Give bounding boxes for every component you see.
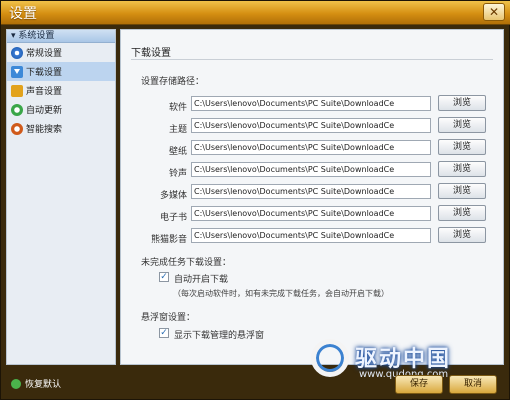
path-field-software[interactable]: C:\Users\lenovo\Documents\PC Suite\Downl… xyxy=(191,96,431,111)
path-field-panda-player[interactable]: C:\Users\lenovo\Documents\PC Suite\Downl… xyxy=(191,228,431,243)
window-title: 设置 xyxy=(9,6,37,22)
sidebar-item-label: 常规设置 xyxy=(26,49,63,59)
path-label-software: 软件 xyxy=(168,103,187,113)
browse-button-software[interactable]: 浏览 xyxy=(438,95,486,111)
path-label-multimedia: 多媒体 xyxy=(159,191,187,201)
browse-button-wallpaper[interactable]: 浏览 xyxy=(438,139,486,155)
sound-icon xyxy=(11,84,23,97)
browse-button-theme[interactable]: 浏览 xyxy=(438,117,486,133)
sidebar-item-label: 下载设置 xyxy=(26,68,63,78)
auto-start-note: （每次启动软件时，如有未完成下载任务，会自动开启下载） xyxy=(173,289,389,298)
refresh-icon xyxy=(11,103,23,116)
unfinished-tasks-label: 未完成任务下载设置： xyxy=(141,258,232,268)
browse-button-ebook[interactable]: 浏览 xyxy=(438,205,486,221)
floating-window-label: 悬浮窗设置： xyxy=(141,313,196,323)
float-show-label: 显示下载管理的悬浮窗 xyxy=(174,331,265,341)
path-label-ebook: 电子书 xyxy=(159,213,187,223)
restore-defaults-button[interactable]: 恢复默认 xyxy=(11,377,61,390)
path-label-ringtone: 铃声 xyxy=(168,169,187,179)
close-button[interactable]: ✕ xyxy=(483,3,505,21)
browse-button-ringtone[interactable]: 浏览 xyxy=(438,161,486,177)
sidebar-item-label: 智能搜索 xyxy=(26,125,63,135)
check-icon: ✓ xyxy=(160,272,168,282)
path-label-theme: 主题 xyxy=(168,125,187,135)
restore-icon xyxy=(11,378,21,389)
watermark-q-icon xyxy=(311,339,349,377)
browse-button-panda-player[interactable]: 浏览 xyxy=(438,227,486,243)
download-icon xyxy=(11,65,23,78)
sidebar-item-download[interactable]: 下载设置 xyxy=(7,62,115,81)
path-field-multimedia[interactable]: C:\Users\lenovo\Documents\PC Suite\Downl… xyxy=(191,184,431,199)
sidebar-item-search[interactable]: 智能搜索 xyxy=(7,119,115,138)
path-field-ringtone[interactable]: C:\Users\lenovo\Documents\PC Suite\Downl… xyxy=(191,162,431,177)
sidebar-header[interactable]: ▾ 系统设置 xyxy=(7,30,115,43)
gear-icon xyxy=(11,46,23,59)
sidebar-item-label: 声音设置 xyxy=(26,87,63,97)
restore-defaults-label: 恢复默认 xyxy=(25,380,62,390)
sidebar-item-sound[interactable]: 声音设置 xyxy=(7,81,115,100)
auto-start-checkbox[interactable]: ✓ xyxy=(159,272,169,282)
settings-panel: 下载设置 设置存储路径： 软件 C:\Users\lenovo\Document… xyxy=(120,29,504,365)
search-icon xyxy=(11,122,23,135)
section-title: 下载设置 xyxy=(131,48,171,59)
sidebar-item-update[interactable]: 自动更新 xyxy=(7,100,115,119)
path-label-wallpaper: 壁纸 xyxy=(168,147,187,157)
section-divider xyxy=(131,59,493,60)
cancel-button[interactable]: 取消 xyxy=(449,375,497,394)
save-button[interactable]: 保存 xyxy=(395,375,443,394)
path-field-ebook[interactable]: C:\Users\lenovo\Documents\PC Suite\Downl… xyxy=(191,206,431,221)
float-show-checkbox[interactable]: ✓ xyxy=(159,328,169,338)
sidebar-item-label: 自动更新 xyxy=(26,106,63,116)
path-field-theme[interactable]: C:\Users\lenovo\Documents\PC Suite\Downl… xyxy=(191,118,431,133)
title-bar: 设置 ✕ xyxy=(1,1,510,25)
path-field-wallpaper[interactable]: C:\Users\lenovo\Documents\PC Suite\Downl… xyxy=(191,140,431,155)
settings-window: 设置 ✕ ▾ 系统设置 常规设置 下载设置 声音设置 自动更新 智能搜索 下载设… xyxy=(0,0,510,400)
browse-button-multimedia[interactable]: 浏览 xyxy=(438,183,486,199)
sidebar-item-general[interactable]: 常规设置 xyxy=(7,43,115,62)
auto-start-label: 自动开启下载 xyxy=(174,275,229,285)
sidebar: ▾ 系统设置 常规设置 下载设置 声音设置 自动更新 智能搜索 xyxy=(6,29,116,365)
storage-path-label: 设置存储路径： xyxy=(141,77,205,87)
check-icon: ✓ xyxy=(160,328,168,338)
path-label-panda-player: 熊猫影音 xyxy=(150,235,187,245)
